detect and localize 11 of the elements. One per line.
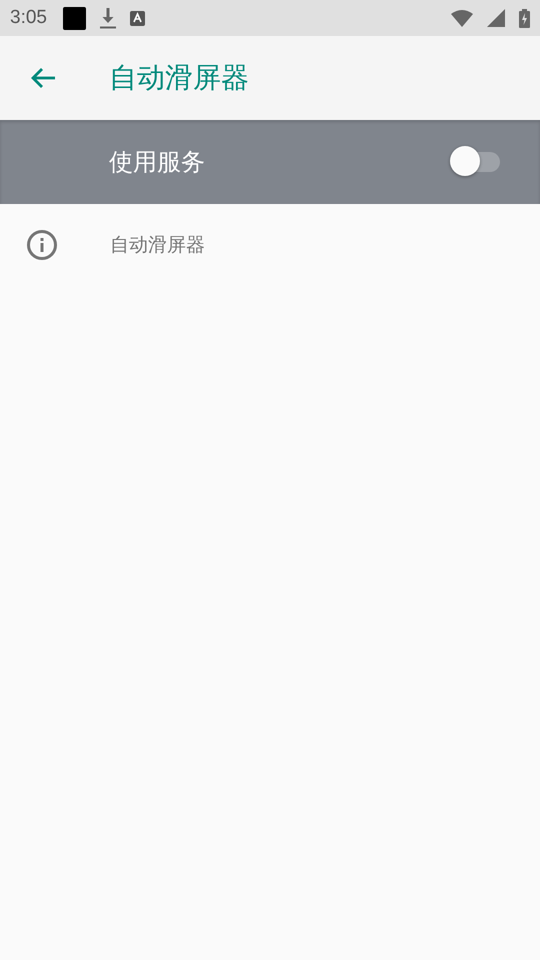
download-icon <box>100 8 116 28</box>
wifi-icon <box>451 10 473 26</box>
signal-icon <box>487 9 505 27</box>
info-text: 自动滑屏器 <box>110 233 205 258</box>
notification-square-icon <box>62 6 86 30</box>
status-time: 3:05 <box>10 7 47 29</box>
app-notification-icon <box>130 10 145 26</box>
page-title: 自动滑屏器 <box>109 60 249 96</box>
info-icon <box>26 229 58 261</box>
battery-icon <box>519 8 530 28</box>
switch-label: 使用服务 <box>109 147 206 178</box>
